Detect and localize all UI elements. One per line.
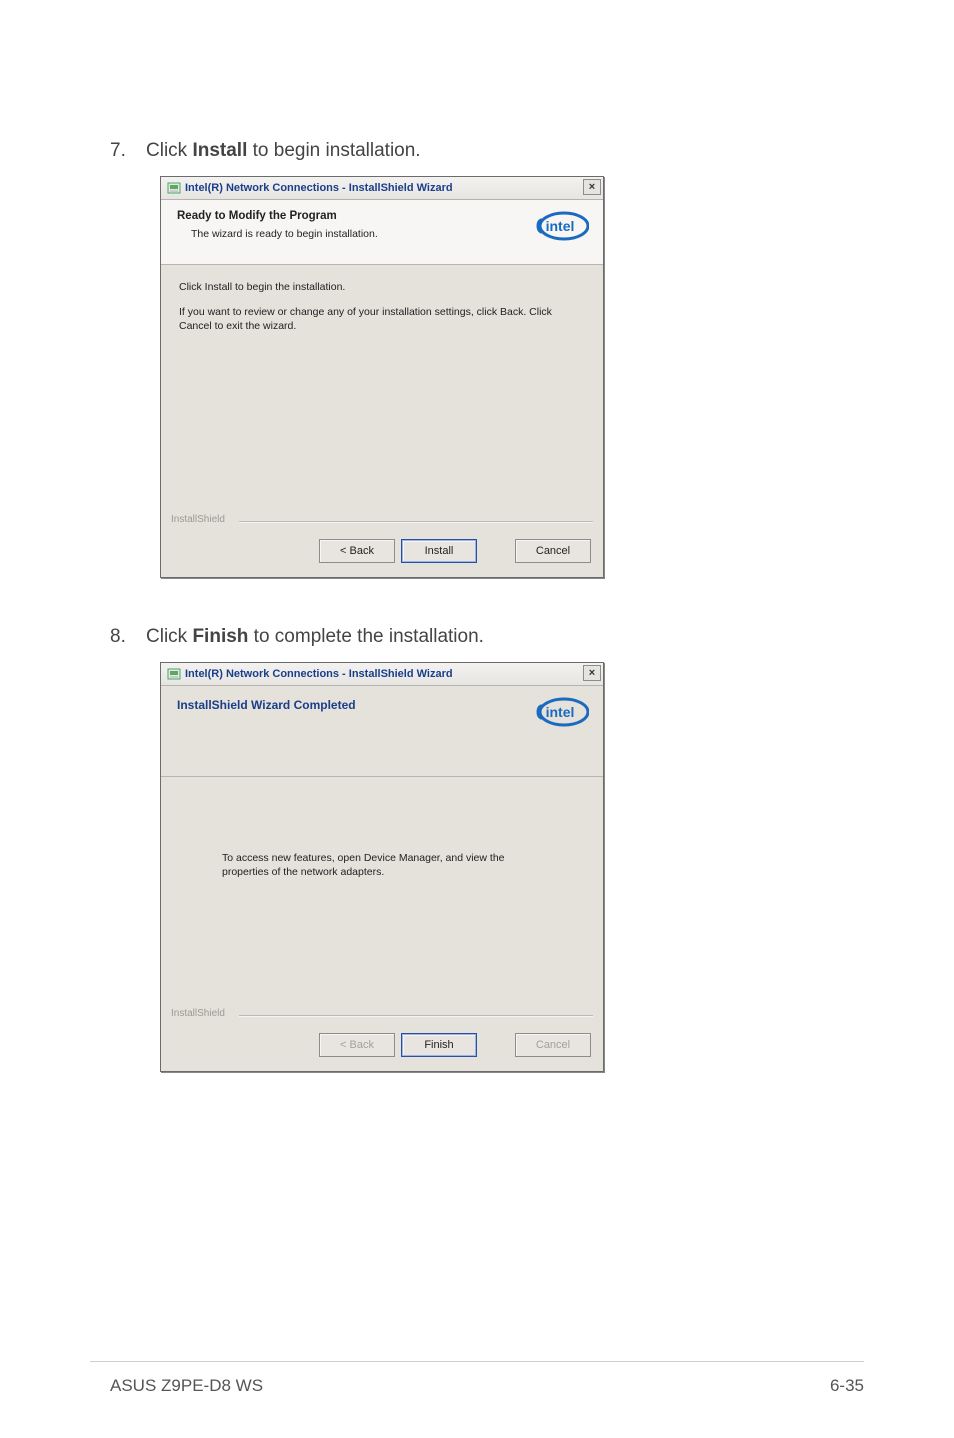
install-dialog-ready: Intel(R) Network Connections - InstallSh… (160, 176, 604, 578)
finish-button-label: Finish (424, 1039, 453, 1051)
window-title: Intel(R) Network Connections - InstallSh… (185, 182, 453, 194)
window-title: Intel(R) Network Connections - InstallSh… (185, 668, 453, 680)
step-text-suffix: to begin installation. (247, 140, 420, 161)
dialog-header: Ready to Modify the Program The wizard i… (161, 200, 603, 265)
button-row: < Back Finish Cancel (161, 1023, 603, 1071)
footer-left: ASUS Z9PE-D8 WS (110, 1376, 263, 1396)
cancel-button[interactable]: Cancel (515, 539, 591, 563)
page-footer: ASUS Z9PE-D8 WS 6-35 (110, 1376, 864, 1396)
divider-rule (239, 1015, 593, 1016)
cancel-button-label: Cancel (536, 1039, 570, 1051)
brand-label: InstallShield (171, 1008, 229, 1019)
button-row: < Back Install Cancel (161, 529, 603, 577)
button-gap (483, 1033, 509, 1057)
step-text: Click Install to begin installation. (146, 140, 421, 162)
titlebar[interactable]: Intel(R) Network Connections - InstallSh… (161, 177, 603, 200)
titlebar[interactable]: Intel(R) Network Connections - InstallSh… (161, 663, 603, 686)
footer-right: 6-35 (830, 1376, 864, 1396)
header-title: InstallShield Wizard Completed (177, 698, 587, 712)
step-8: 8. Click Finish to complete the installa… (110, 626, 864, 648)
svg-text:intel: intel (546, 704, 575, 720)
install-button-label: Install (425, 545, 454, 557)
body-instruction-2: If you want to review or change any of y… (179, 305, 575, 333)
step-text-prefix: Click (146, 626, 192, 647)
close-icon[interactable]: × (583, 179, 601, 195)
installer-icon (167, 667, 181, 681)
button-spacer (173, 1033, 313, 1057)
step-text-bold: Install (192, 140, 247, 161)
completion-message: To access new features, open Device Mana… (222, 851, 542, 879)
dialog-body: To access new features, open Device Mana… (161, 777, 603, 1013)
step-text-prefix: Click (146, 140, 192, 161)
intel-logo: intel (531, 210, 589, 245)
finish-button[interactable]: Finish (401, 1033, 477, 1057)
install-dialog-completed: Intel(R) Network Connections - InstallSh… (160, 662, 604, 1072)
brand-divider: InstallShield (161, 1013, 603, 1023)
brand-divider: InstallShield (161, 519, 603, 529)
footer-divider (90, 1361, 864, 1362)
step-text-bold: Finish (192, 626, 248, 647)
back-button: < Back (319, 1033, 395, 1057)
step-text: Click Finish to complete the installatio… (146, 626, 484, 648)
header-subtitle: The wizard is ready to begin installatio… (177, 228, 587, 240)
button-gap (483, 539, 509, 563)
intel-logo: intel (531, 696, 589, 731)
installer-icon (167, 181, 181, 195)
cancel-button-label: Cancel (536, 545, 570, 557)
divider-rule (239, 521, 593, 522)
dialog-header: InstallShield Wizard Completed intel (161, 686, 603, 777)
step-text-suffix: to complete the installation. (248, 626, 484, 647)
back-button-label: < Back (340, 1039, 374, 1051)
body-instruction-1: Click Install to begin the installation. (179, 281, 585, 293)
step-number: 7. (110, 140, 146, 162)
document-page: 7. Click Install to begin installation. … (0, 0, 954, 1438)
close-icon[interactable]: × (583, 665, 601, 681)
cancel-button: Cancel (515, 1033, 591, 1057)
brand-label: InstallShield (171, 514, 229, 525)
install-button[interactable]: Install (401, 539, 477, 563)
svg-text:intel: intel (546, 218, 575, 234)
header-title: Ready to Modify the Program (177, 210, 587, 222)
back-button[interactable]: < Back (319, 539, 395, 563)
step-number: 8. (110, 626, 146, 648)
close-glyph: × (589, 181, 595, 193)
close-glyph: × (589, 667, 595, 679)
step-7: 7. Click Install to begin installation. (110, 140, 864, 162)
dialog-body: Click Install to begin the installation.… (161, 265, 603, 519)
back-button-label: < Back (340, 545, 374, 557)
button-spacer (173, 539, 313, 563)
